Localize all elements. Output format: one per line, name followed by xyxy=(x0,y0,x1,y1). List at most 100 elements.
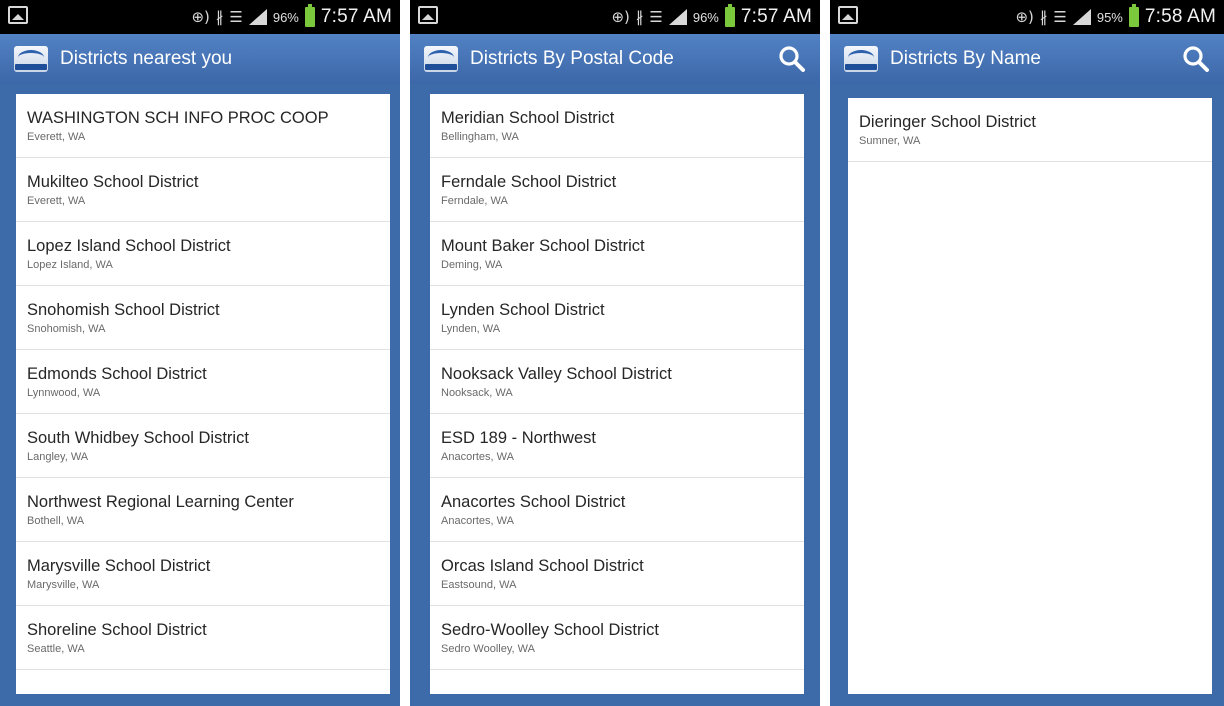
list-item[interactable]: Orcas Island School District Eastsound, W… xyxy=(430,542,804,606)
district-name: Mount Baker School District xyxy=(441,237,645,255)
phone-screen-name: ⊕) ∦ ☰ 95% 7:58 AM Districts By Name Die… xyxy=(830,0,1224,706)
status-time: 7:58 AM xyxy=(1144,6,1216,27)
district-location: Seattle, WA xyxy=(27,643,85,655)
picture-notification-icon xyxy=(8,6,28,24)
list-item[interactable]: Shoreline School District Seattle, WA xyxy=(16,606,390,670)
signal-strength-icon xyxy=(668,9,687,25)
list-item[interactable]: Dieringer School District Sumner, WA xyxy=(848,98,1212,162)
battery-percent: 96% xyxy=(272,9,299,25)
list-item[interactable]: ESD 189 - Northwest Anacortes, WA xyxy=(430,414,804,478)
nfc-icon: ⊕) xyxy=(191,8,210,26)
list-item[interactable]: Meridian School District Bellingham, WA xyxy=(430,94,804,158)
district-name: Lopez Island School District xyxy=(27,237,231,255)
district-name: Mukilteo School District xyxy=(27,173,199,191)
district-location: Lynnwood, WA xyxy=(27,387,101,399)
phone-screen-postal-code: ⊕) ∦ ☰ 96% 7:57 AM Districts By Postal C… xyxy=(410,0,820,706)
picture-notification-icon xyxy=(838,6,858,24)
list-item[interactable]: Lynden School District Lynden, WA xyxy=(430,286,804,350)
list-item[interactable]: Nooksack Valley School District Nooksack,… xyxy=(430,350,804,414)
district-location: Snohomish, WA xyxy=(27,323,106,335)
district-location: Nooksack, WA xyxy=(441,387,513,399)
district-name: ESD 189 - Northwest xyxy=(441,429,596,447)
district-name: Snohomish School District xyxy=(27,301,220,319)
district-location: Marysville, WA xyxy=(27,579,100,591)
list-item[interactable]: Snohomish School District Snohomish, WA xyxy=(16,286,390,350)
bluetooth-icon: ∦ xyxy=(635,8,644,26)
district-location: Bellingham, WA xyxy=(441,131,519,143)
district-name: Marysville School District xyxy=(27,557,211,575)
district-name: WASHINGTON SCH INFO PROC COOP xyxy=(27,109,329,127)
status-time: 7:57 AM xyxy=(320,6,392,27)
district-name: Ferndale School District xyxy=(441,173,617,191)
district-location: Sedro Woolley, WA xyxy=(441,643,535,655)
action-bar: Districts nearest you xyxy=(0,34,400,84)
district-location: Anacortes, WA xyxy=(441,451,514,463)
district-name: Lynden School District xyxy=(441,301,605,319)
district-name: Shoreline School District xyxy=(27,621,207,639)
district-location: Everett, WA xyxy=(27,131,86,143)
list-item[interactable]: WASHINGTON SCH INFO PROC COOP Everett, WA xyxy=(16,94,390,158)
list-item[interactable]: Sedro-Woolley School District Sedro Wooll… xyxy=(430,606,804,670)
list-item[interactable]: Marysville School District Marysville, WA xyxy=(16,542,390,606)
status-bar: ⊕) ∦ ☰ 96% 7:57 AM xyxy=(0,0,400,34)
phone-screen-nearest: ⊕) ∦ ☰ 96% 7:57 AM Districts nearest you… xyxy=(0,0,400,706)
district-name: Sedro-Woolley School District xyxy=(441,621,659,639)
district-name: Anacortes School District xyxy=(441,493,626,511)
status-time: 7:57 AM xyxy=(740,6,812,27)
list-item[interactable]: Northwest Regional Learning Center Bothel… xyxy=(16,478,390,542)
picture-notification-icon xyxy=(418,6,438,24)
district-name: South Whidbey School District xyxy=(27,429,249,447)
list-item[interactable]: South Whidbey School District Langley, WA xyxy=(16,414,390,478)
district-list[interactable]: WASHINGTON SCH INFO PROC COOP Everett, WA… xyxy=(16,94,390,694)
district-list[interactable]: Meridian School District Bellingham, WA F… xyxy=(430,94,804,694)
wifi-icon: ☰ xyxy=(649,8,663,26)
district-location: Ferndale, WA xyxy=(441,195,508,207)
district-name: Meridian School District xyxy=(441,109,615,127)
list-item[interactable]: Lopez Island School District Lopez Island… xyxy=(16,222,390,286)
search-icon[interactable] xyxy=(1182,45,1210,73)
bluetooth-icon: ∦ xyxy=(215,8,224,26)
app-logo-icon[interactable] xyxy=(424,46,458,72)
page-title: Districts By Postal Code xyxy=(470,48,674,69)
list-item[interactable]: Edmonds School District Lynnwood, WA xyxy=(16,350,390,414)
search-icon[interactable] xyxy=(778,45,806,73)
district-name: Edmonds School District xyxy=(27,365,207,383)
signal-strength-icon xyxy=(1072,9,1091,25)
battery-icon xyxy=(1128,4,1139,27)
nfc-icon: ⊕) xyxy=(611,8,630,26)
bluetooth-icon: ∦ xyxy=(1039,8,1048,26)
signal-strength-icon xyxy=(248,9,267,25)
district-name: Dieringer School District xyxy=(859,113,1036,131)
district-name: Northwest Regional Learning Center xyxy=(27,493,294,511)
status-bar: ⊕) ∦ ☰ 95% 7:58 AM xyxy=(830,0,1224,34)
nfc-icon: ⊕) xyxy=(1015,8,1034,26)
page-title: Districts nearest you xyxy=(60,48,233,69)
district-name: Nooksack Valley School District xyxy=(441,365,672,383)
app-logo-icon[interactable] xyxy=(844,46,878,72)
district-location: Deming, WA xyxy=(441,259,503,271)
district-location: Lopez Island, WA xyxy=(27,259,113,271)
action-bar: Districts By Name xyxy=(830,34,1224,84)
district-location: Langley, WA xyxy=(27,451,89,463)
status-bar: ⊕) ∦ ☰ 96% 7:57 AM xyxy=(410,0,820,34)
district-list[interactable]: Dieringer School District Sumner, WA xyxy=(848,98,1212,694)
district-name: Orcas Island School District xyxy=(441,557,644,575)
battery-percent: 96% xyxy=(692,9,719,25)
list-item[interactable]: Ferndale School District Ferndale, WA xyxy=(430,158,804,222)
page-title: Districts By Name xyxy=(890,48,1041,69)
district-location: Bothell, WA xyxy=(27,515,85,527)
district-location: Sumner, WA xyxy=(859,135,921,147)
district-location: Eastsound, WA xyxy=(441,579,517,591)
district-location: Everett, WA xyxy=(27,195,86,207)
list-item[interactable]: Anacortes School District Anacortes, WA xyxy=(430,478,804,542)
district-location: Lynden, WA xyxy=(441,323,501,335)
wifi-icon: ☰ xyxy=(1053,8,1067,26)
district-location: Anacortes, WA xyxy=(441,515,514,527)
battery-icon xyxy=(724,4,735,27)
app-logo-icon[interactable] xyxy=(14,46,48,72)
battery-percent: 95% xyxy=(1096,9,1123,25)
list-item[interactable]: Mukilteo School District Everett, WA xyxy=(16,158,390,222)
list-item[interactable]: Mount Baker School District Deming, WA xyxy=(430,222,804,286)
battery-icon xyxy=(304,4,315,27)
action-bar: Districts By Postal Code xyxy=(410,34,820,84)
